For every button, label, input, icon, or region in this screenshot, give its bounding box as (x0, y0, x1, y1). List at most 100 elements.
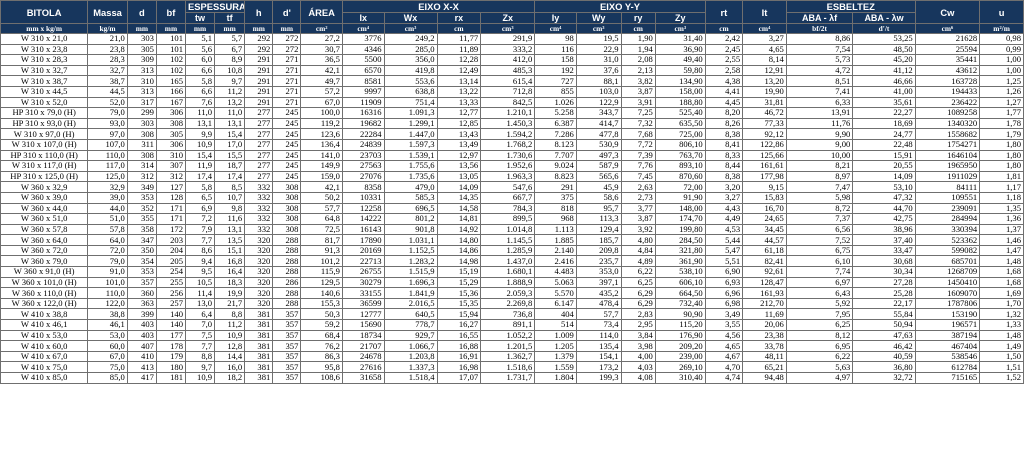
table-cell: 181 (155, 372, 187, 384)
table-cell: 3,91 (620, 96, 656, 109)
table-cell: 57,7 (575, 308, 622, 321)
table-cell: 129,4 (575, 223, 622, 236)
table-cell: 27,2 (300, 33, 343, 45)
table-row: W 360 x 51,0 51,0 355 171 7,2 11,6 332 308 64,8 1… (0, 213, 1024, 225)
table-cell: 115,9 (300, 266, 343, 278)
table-cell: 332 (244, 213, 274, 225)
table-cell: 14,92 (436, 223, 482, 236)
table-cell: 4,74 (704, 372, 744, 384)
table-cell: 1,35 (979, 202, 1024, 215)
table-cell: 1,68 (979, 266, 1024, 278)
table-cell: 15,29 (436, 276, 482, 289)
table-cell: 90,90 (654, 308, 706, 321)
table-cell: 8,14 (742, 54, 787, 66)
table-cell: 13,05 (436, 170, 482, 183)
table-cell: 48,50 (852, 43, 916, 56)
table-cell: 13,1 (214, 223, 246, 236)
table-cell: 1.201,5 (480, 340, 536, 352)
table-cell: 10331 (341, 191, 385, 204)
table-row: W 360 x 64,0 64,0 347 203 7,7 13,5 320 288 81,7 1… (0, 234, 1024, 246)
table-cell: 7,95 (785, 308, 854, 321)
table-cell: 209,20 (654, 340, 706, 352)
table-cell: 399 (126, 308, 157, 321)
table-cell: 171 (155, 213, 187, 225)
table-cell: 288 (272, 266, 302, 278)
table-cell: 357 (272, 372, 302, 384)
table-cell: 1.014,8 (480, 223, 536, 236)
table-cell: 158 (534, 54, 577, 66)
table-cell: 57,2 (300, 85, 343, 98)
table-cell: 309 (126, 54, 157, 66)
table-cell: 107,0 (87, 138, 128, 151)
header-sub: Iy (534, 12, 577, 24)
table-cell: 15,94 (436, 308, 482, 321)
table-cell: 8358 (341, 181, 385, 193)
header-u: u (979, 0, 1024, 24)
table-cell: 381 (244, 319, 274, 331)
table-cell: 245 (272, 160, 302, 172)
table-cell: 1.735,6 (383, 170, 438, 183)
table-cell: 1.518,6 (480, 361, 536, 373)
table-cell: 1,17 (979, 181, 1024, 193)
table-cell: 7,72 (620, 138, 656, 151)
table-cell: 286 (272, 276, 302, 289)
table-row: HP 310 x 79,0 (H) 79,0 299 306 11,0 11,0 277 24… (0, 107, 1024, 119)
table-cell: 6,25 (785, 319, 854, 331)
table-cell: 403 (126, 319, 157, 331)
table-cell: 5,47 (704, 244, 744, 257)
table-cell: 7,39 (620, 149, 656, 162)
table-cell: 95,7 (575, 202, 622, 215)
table-cell: 44,5 (87, 85, 128, 98)
table-cell: 305 (126, 43, 157, 56)
table-cell: 901,8 (383, 223, 438, 236)
table-cell: 8,38 (704, 128, 744, 140)
table-cell: 101 (155, 33, 187, 45)
table-cell: 1,79 (979, 128, 1024, 140)
table-cell: 255 (155, 276, 187, 289)
table-row: W 360 x 72,0 72,0 350 204 8,6 15,1 320 288 91,3 2… (0, 244, 1024, 257)
table-cell: 11,0 (184, 107, 216, 119)
table-cell: 67,0 (300, 96, 343, 109)
table-cell: 352 (126, 202, 157, 215)
table-cell: 199,80 (654, 223, 706, 236)
table-cell: 15,35 (436, 297, 482, 310)
table-cell: 291 (244, 85, 274, 98)
table-row: W 310 x 21,0 21,0 303 101 5,1 5,7 292 272 27,2 37… (0, 33, 1024, 45)
table-cell: 606,10 (654, 276, 706, 289)
table-cell: 310 (126, 75, 157, 87)
table-cell: 1.145,5 (480, 234, 536, 246)
table-cell: 414,7 (575, 117, 622, 130)
table-cell: 21,7 (214, 297, 246, 310)
table-cell: 1.963,3 (480, 170, 536, 183)
table-cell: 5,8 (184, 75, 216, 87)
table-cell: 140 (155, 319, 187, 331)
table-cell: 6,98 (704, 297, 744, 310)
table-cell: 81,7 (300, 234, 343, 246)
table-cell: 1268709 (914, 266, 981, 278)
table-body: W 310 x 21,0 21,0 303 101 5,1 5,7 292 272 27,2 37… (0, 33, 1024, 384)
unit-cell: cm³ (480, 23, 536, 34)
table-cell: 291 (244, 54, 274, 66)
table-cell: 53,0 (87, 329, 128, 342)
table-cell: 893,10 (654, 160, 706, 172)
table-cell: 46,72 (742, 107, 787, 119)
table-cell: 1,00 (979, 54, 1024, 66)
table-cell: 497,3 (575, 149, 622, 162)
table-cell: 2,83 (620, 308, 656, 321)
table-cell: 16,0 (214, 361, 246, 373)
table-cell: 256 (155, 287, 187, 299)
table-cell: 5500 (341, 54, 385, 66)
table-cell: 67,0 (87, 350, 128, 363)
table-cell: 1,81 (979, 170, 1024, 183)
table-cell: 31,0 (575, 54, 622, 66)
table-cell: 68,4 (300, 329, 343, 342)
table-cell: 7,7 (184, 234, 216, 246)
table-cell: 10,9 (184, 372, 216, 384)
table-cell: 271 (272, 85, 302, 98)
table-cell: 5,98 (785, 191, 854, 204)
table-cell: 277 (244, 160, 274, 172)
table-cell: 288 (272, 234, 302, 246)
table-cell: 375 (534, 191, 577, 204)
table-cell: 94,48 (742, 372, 787, 384)
table-cell: 5.570 (534, 287, 577, 299)
